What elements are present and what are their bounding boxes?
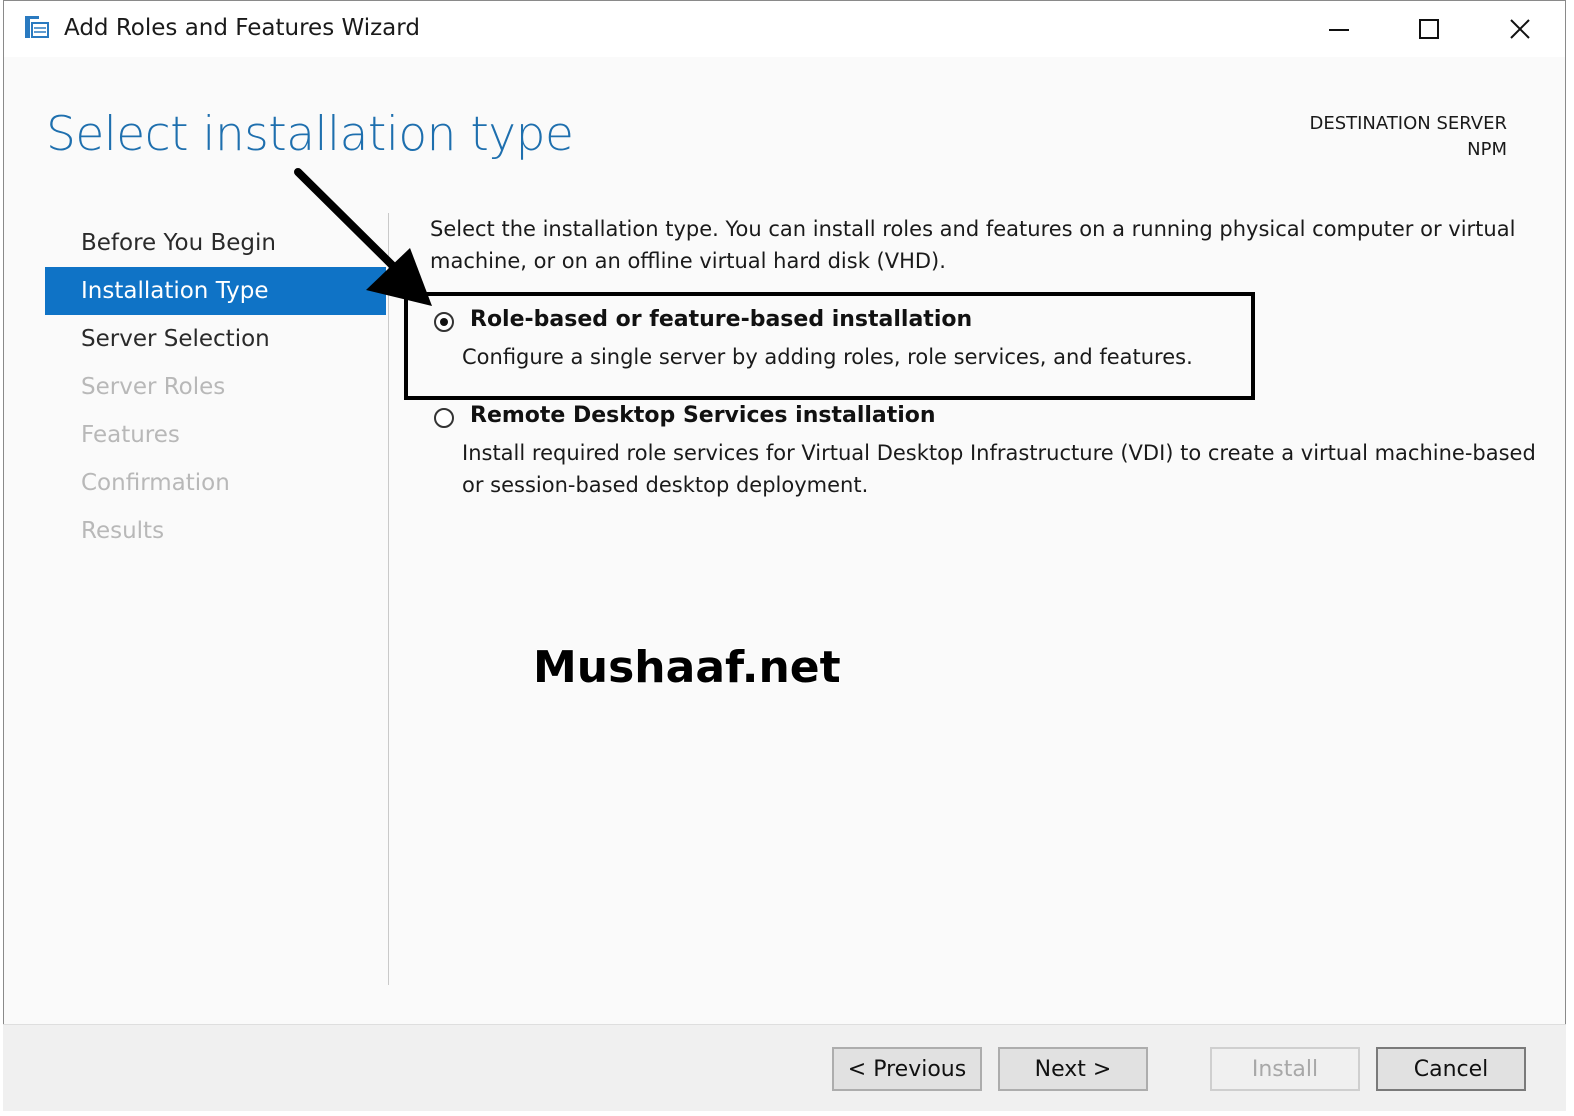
next-button[interactable]: Next > — [998, 1047, 1148, 1091]
close-button[interactable] — [1480, 1, 1560, 57]
remote-desktop-desc-line-2: or session-based desktop deployment. — [462, 473, 869, 497]
nav-item-before-you-begin[interactable]: Before You Begin — [45, 219, 386, 267]
cancel-button[interactable]: Cancel — [1376, 1047, 1526, 1091]
content-pane: Select the installation type. You can in… — [430, 213, 1536, 497]
remote-desktop-radio[interactable] — [434, 408, 454, 428]
window-title: Add Roles and Features Wizard — [64, 15, 420, 41]
previous-button[interactable]: < Previous — [832, 1047, 982, 1091]
nav-item-server-roles: Server Roles — [81, 374, 226, 400]
maximize-icon — [1419, 19, 1439, 39]
nav-item-features: Features — [81, 422, 180, 448]
intro-text: Select the installation type. You can in… — [430, 213, 1530, 277]
minimize-icon — [1329, 29, 1349, 31]
title-bar: Add Roles and Features Wizard — [4, 1, 1565, 57]
nav-item-confirmation: Confirmation — [81, 470, 230, 496]
minimize-button[interactable] — [1299, 1, 1379, 57]
remote-desktop-title[interactable]: Remote Desktop Services installation — [470, 403, 936, 428]
nav-item-results: Results — [81, 518, 165, 544]
destination-server-info: DESTINATION SERVER NPM — [1309, 111, 1507, 163]
nav-item-server-selection[interactable]: Server Selection — [45, 315, 386, 363]
page-title: Select installation type — [46, 107, 574, 162]
annotation-highlight-box — [404, 292, 1255, 400]
remote-desktop-description: Install required role services for Virtu… — [462, 437, 1542, 501]
intro-line-1: Select the installation type. You can in… — [430, 217, 1516, 241]
nav-item-installation-type[interactable]: Installation Type — [45, 267, 386, 315]
server-manager-icon — [25, 16, 49, 38]
wizard-footer: < Previous Next > Install Cancel — [3, 1024, 1566, 1111]
intro-line-2: machine, or on an offline virtual hard d… — [430, 249, 946, 273]
nav-divider — [388, 213, 389, 985]
destination-server-name: NPM — [1467, 139, 1507, 160]
wizard-window: Add Roles and Features Wizard Select ins… — [3, 0, 1566, 1110]
destination-server-label: DESTINATION SERVER — [1309, 113, 1507, 134]
watermark-text: Mushaaf.net — [533, 642, 841, 693]
remote-desktop-desc-line-1: Install required role services for Virtu… — [462, 441, 1536, 465]
maximize-button[interactable] — [1389, 1, 1469, 57]
install-button: Install — [1210, 1047, 1360, 1091]
close-icon — [1510, 19, 1530, 39]
wizard-steps-nav: Before You Begin Installation Type Serve… — [45, 219, 386, 555]
